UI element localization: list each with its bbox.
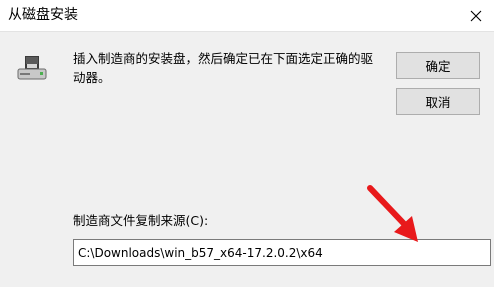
close-icon [470, 10, 482, 21]
floppy-drive-icon [17, 56, 47, 80]
close-button[interactable] [458, 0, 494, 31]
source-path-input[interactable] [73, 239, 491, 266]
title-bar: 从磁盘安装 [0, 0, 494, 32]
ok-button[interactable]: 确定 [396, 52, 480, 79]
source-path-label: 制造商文件复制来源(C): [73, 213, 209, 228]
instruction-text: 插入制造商的安装盘，然后确定已在下面选定正确的驱动器。 [73, 51, 374, 85]
cancel-button[interactable]: 取消 [396, 88, 480, 115]
window-title: 从磁盘安装 [8, 7, 78, 23]
